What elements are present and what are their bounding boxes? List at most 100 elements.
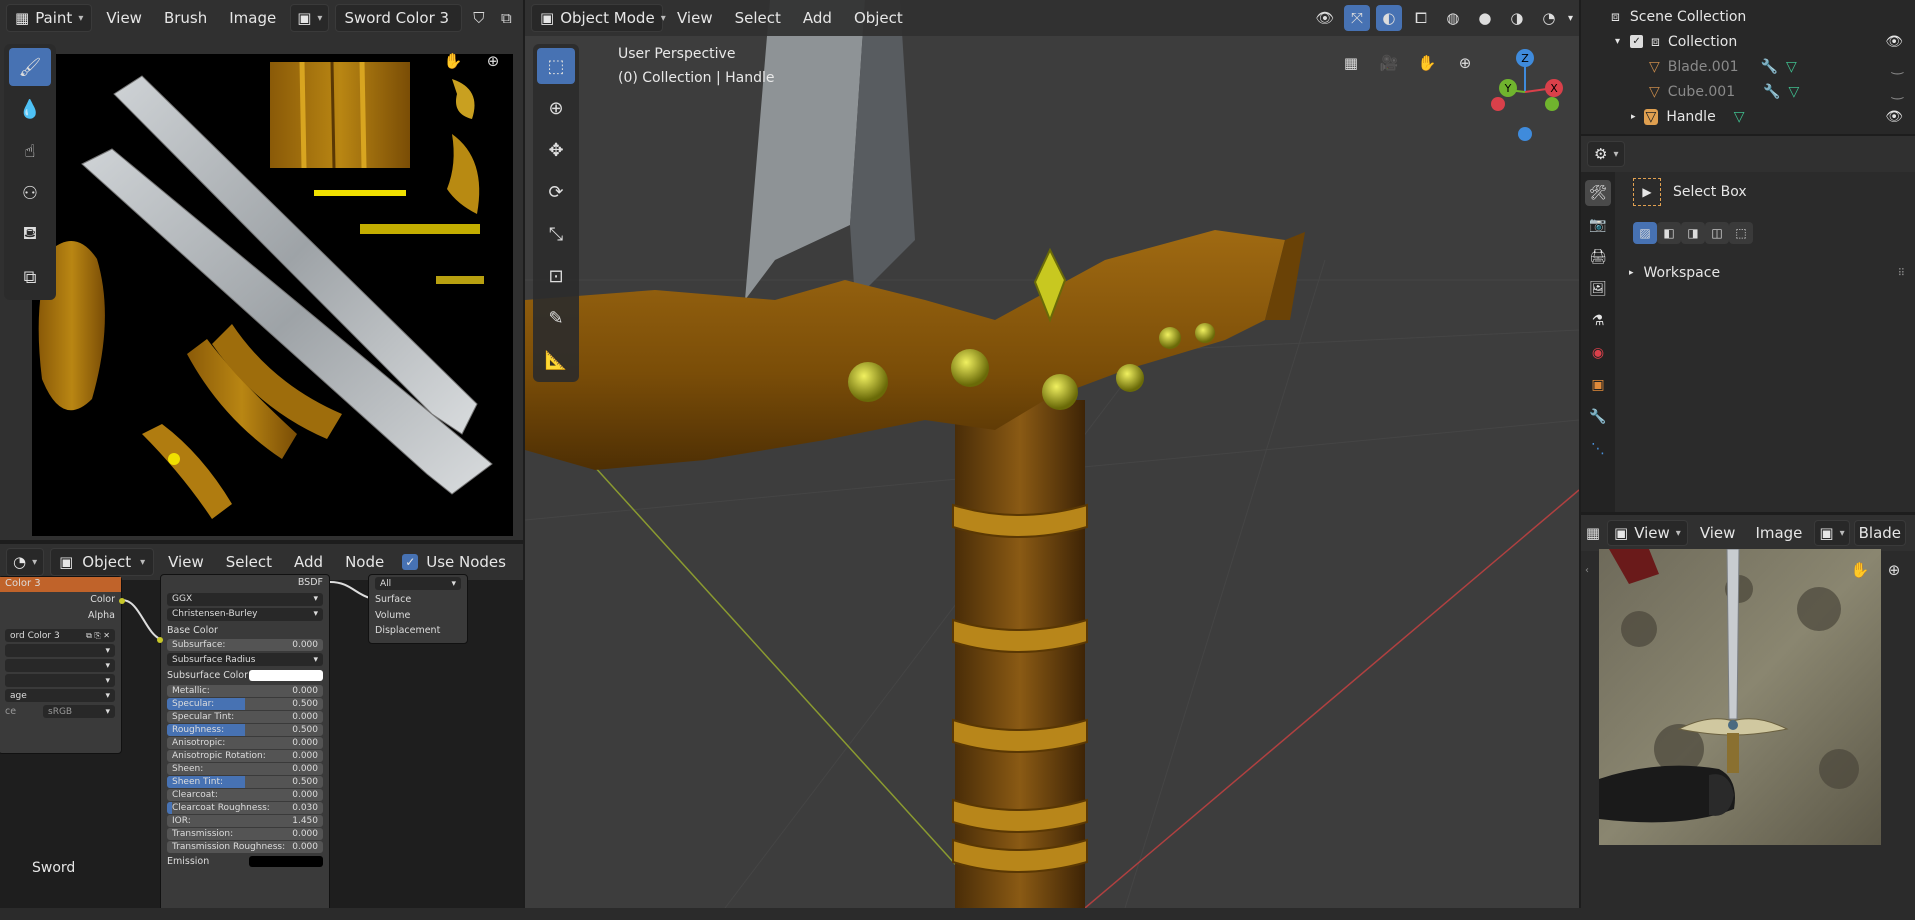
distribution-dropdown[interactable]: GGX ▾ bbox=[167, 592, 323, 606]
subsurface-radius-dropdown[interactable]: Subsurface Radius ▾ bbox=[167, 653, 323, 666]
3d-viewport[interactable]: ▣ Object Mode ▾ View Select Add Object 👁… bbox=[525, 0, 1579, 908]
mode-subtract-icon[interactable]: ◨ bbox=[1681, 222, 1705, 244]
eye-icon[interactable]: 👁 bbox=[1885, 34, 1903, 50]
visibility-icon[interactable]: 👁 bbox=[1312, 5, 1338, 31]
bsdf-output-socket[interactable]: BSDF bbox=[161, 575, 329, 591]
editor-type-icon[interactable]: ▦ bbox=[1583, 520, 1603, 546]
object-tab-icon[interactable]: ▣ bbox=[1585, 372, 1611, 398]
render-tab-icon[interactable]: 📷 bbox=[1585, 212, 1611, 238]
mode-set-icon[interactable]: ▨ bbox=[1633, 222, 1657, 244]
menu-view[interactable]: View bbox=[1692, 520, 1744, 546]
bsdf-field-subsurface[interactable]: Subsurface: 0.000 bbox=[167, 639, 323, 651]
select-box-icon[interactable]: ⬚ bbox=[537, 48, 575, 84]
modifier-tab-icon[interactable]: 🔧 bbox=[1585, 404, 1611, 430]
menu-brush[interactable]: Brush bbox=[156, 5, 215, 31]
chevron-down-icon[interactable]: ▾ bbox=[1568, 13, 1573, 24]
volume-socket[interactable]: Volume bbox=[369, 608, 467, 624]
annotate-icon[interactable]: ✎ bbox=[537, 300, 575, 336]
outliner-object-handle[interactable]: ▸ ▽ Handle ▽ 👁 bbox=[1581, 104, 1915, 129]
navigation-gizmo[interactable]: Z X Y bbox=[1480, 42, 1570, 142]
outliner-scene-collection[interactable]: ⧈ Scene Collection bbox=[1581, 4, 1915, 29]
subsurface-color-swatch[interactable] bbox=[249, 670, 323, 682]
rendered-shading-icon[interactable]: ◔ bbox=[1536, 5, 1562, 31]
bsdf-field-roughness[interactable]: Roughness: 0.500 bbox=[167, 723, 323, 736]
rotate-icon[interactable]: ⟳ bbox=[537, 174, 575, 210]
output-target-dropdown[interactable]: All ▾ bbox=[375, 577, 461, 590]
image-datablock-field[interactable]: ord Color 3 ⧉ ⎘ ✕ bbox=[5, 629, 115, 642]
bsdf-field-metallic[interactable]: Metallic: 0.000 bbox=[167, 684, 323, 697]
emission-color-swatch[interactable] bbox=[249, 855, 323, 867]
scene-tab-icon[interactable]: ⚗ bbox=[1585, 308, 1611, 334]
menu-object[interactable]: Object bbox=[846, 5, 911, 31]
xray-icon[interactable]: ⧠ bbox=[1408, 5, 1434, 31]
overlay-toggle-icon[interactable]: ◐ bbox=[1375, 5, 1402, 31]
menu-view[interactable]: View bbox=[669, 5, 721, 31]
projection-dropdown[interactable]: ▾ bbox=[5, 659, 115, 672]
menu-image[interactable]: Image bbox=[1747, 520, 1810, 546]
image-browse-dropdown[interactable]: ▣ ▾ bbox=[1814, 520, 1850, 546]
bsdf-field-clearcoat-roughness[interactable]: Clearcoat Roughness: 0.030 bbox=[167, 801, 323, 814]
bsdf-field-sheen-tint[interactable]: Sheen Tint: 0.500 bbox=[167, 775, 323, 788]
base-color-input-socket[interactable] bbox=[157, 637, 163, 643]
material-shading-icon[interactable]: ◑ bbox=[1504, 5, 1530, 31]
output-color-socket[interactable]: Color bbox=[0, 592, 121, 608]
world-tab-icon[interactable]: ◉ bbox=[1585, 340, 1611, 366]
uv-texture-canvas[interactable] bbox=[32, 54, 513, 536]
bsdf-field-specular-tint[interactable]: Specular Tint: 0.000 bbox=[167, 710, 323, 723]
workspace-panel[interactable]: ▸ Workspace ⠿ bbox=[1629, 260, 1909, 286]
menu-add[interactable]: Add bbox=[795, 5, 840, 31]
measure-icon[interactable]: 📐 bbox=[537, 342, 575, 378]
image-name-field[interactable]: Blade bbox=[1853, 520, 1907, 546]
color-socket[interactable] bbox=[119, 598, 125, 604]
mask-icon[interactable]: ⧉ bbox=[9, 258, 51, 296]
gizmo-toggle-icon[interactable]: ⤧ bbox=[1343, 5, 1370, 31]
pan-hand-icon[interactable]: ✋ bbox=[440, 48, 466, 74]
output-alpha-socket[interactable]: Alpha bbox=[0, 608, 121, 624]
image-name-field[interactable]: Sword Color 3 bbox=[335, 4, 463, 32]
image-browse-dropdown[interactable]: ▣ ▾ bbox=[290, 4, 330, 32]
sidebar-toggle-icon[interactable]: ‹ bbox=[1585, 565, 1589, 576]
mode-invert-icon[interactable]: ◫ bbox=[1705, 222, 1729, 244]
menu-view[interactable]: View bbox=[98, 5, 150, 31]
new-image-icon[interactable]: ⧉ bbox=[496, 5, 517, 31]
menu-image[interactable]: Image bbox=[221, 5, 284, 31]
soften-icon[interactable]: 💧 bbox=[9, 90, 51, 128]
base-color-socket[interactable]: Base Color bbox=[161, 623, 329, 639]
zoom-icon[interactable]: ⊕ bbox=[1452, 50, 1478, 76]
bsdf-field-anisotropic[interactable]: Anisotropic: 0.000 bbox=[167, 736, 323, 749]
wireframe-shading-icon[interactable]: ◍ bbox=[1440, 5, 1466, 31]
subsurface-method-dropdown[interactable]: Christensen-Burley ▾ bbox=[167, 607, 323, 621]
eye-closed-icon[interactable]: ‿ bbox=[1892, 59, 1903, 75]
eye-icon[interactable]: 👁 bbox=[1885, 109, 1903, 125]
outliner-object-blade[interactable]: ▽ Blade.001 🔧 ▽ ‿ bbox=[1581, 54, 1915, 79]
zoom-icon[interactable]: ⊕ bbox=[480, 48, 506, 74]
view-layer-tab-icon[interactable]: 🖼 bbox=[1585, 276, 1611, 302]
editor-type-dropdown[interactable]: ⚙ ▾ bbox=[1587, 141, 1626, 167]
move-icon[interactable]: ✥ bbox=[537, 132, 575, 168]
extension-dropdown[interactable]: ▾ bbox=[5, 674, 115, 687]
paint-mode-dropdown[interactable]: ▦ Paint ▾ bbox=[6, 4, 93, 32]
tool-tab-icon[interactable]: 🛠 bbox=[1585, 180, 1611, 206]
displacement-socket[interactable]: Displacement bbox=[369, 623, 467, 639]
solid-shading-icon[interactable]: ● bbox=[1472, 5, 1498, 31]
view-mode-dropdown[interactable]: ▣ View ▾ bbox=[1607, 520, 1688, 546]
toggle-camera-grid-icon[interactable]: ▦ bbox=[1338, 50, 1364, 76]
image-texture-node[interactable]: Color 3 Color Alpha ord Color 3 ⧉ ⎘ ✕ ▾ … bbox=[0, 576, 122, 754]
principled-bsdf-node[interactable]: BSDF GGX ▾ Christensen-Burley ▾ Base Color… bbox=[160, 574, 330, 920]
camera-view-icon[interactable]: 🎥 bbox=[1376, 50, 1402, 76]
interpolation-dropdown[interactable]: ▾ bbox=[5, 644, 115, 657]
smear-icon[interactable]: ☝ bbox=[9, 132, 51, 170]
pan-hand-icon[interactable]: ✋ bbox=[1414, 50, 1440, 76]
fake-user-icon[interactable]: ⛉ bbox=[468, 5, 489, 31]
object-mode-dropdown[interactable]: ▣ Object Mode ▾ bbox=[531, 4, 666, 32]
bsdf-field-transmission-roughness[interactable]: Transmission Roughness: 0.000 bbox=[167, 840, 323, 853]
bsdf-field-specular[interactable]: Specular: 0.500 bbox=[167, 697, 323, 710]
surface-socket[interactable]: Surface bbox=[369, 592, 467, 608]
eye-closed-icon[interactable]: ‿ bbox=[1892, 84, 1903, 100]
checkbox-icon[interactable]: ✓ bbox=[1630, 35, 1644, 48]
particles-tab-icon[interactable]: ⋱ bbox=[1585, 436, 1611, 462]
bsdf-field-anisotropic-rotation[interactable]: Anisotropic Rotation: 0.000 bbox=[167, 749, 323, 762]
transform-icon[interactable]: ⊡ bbox=[537, 258, 575, 294]
drag-handle-icon[interactable]: ⠿ bbox=[1898, 268, 1905, 279]
menu-select[interactable]: Select bbox=[727, 5, 789, 31]
